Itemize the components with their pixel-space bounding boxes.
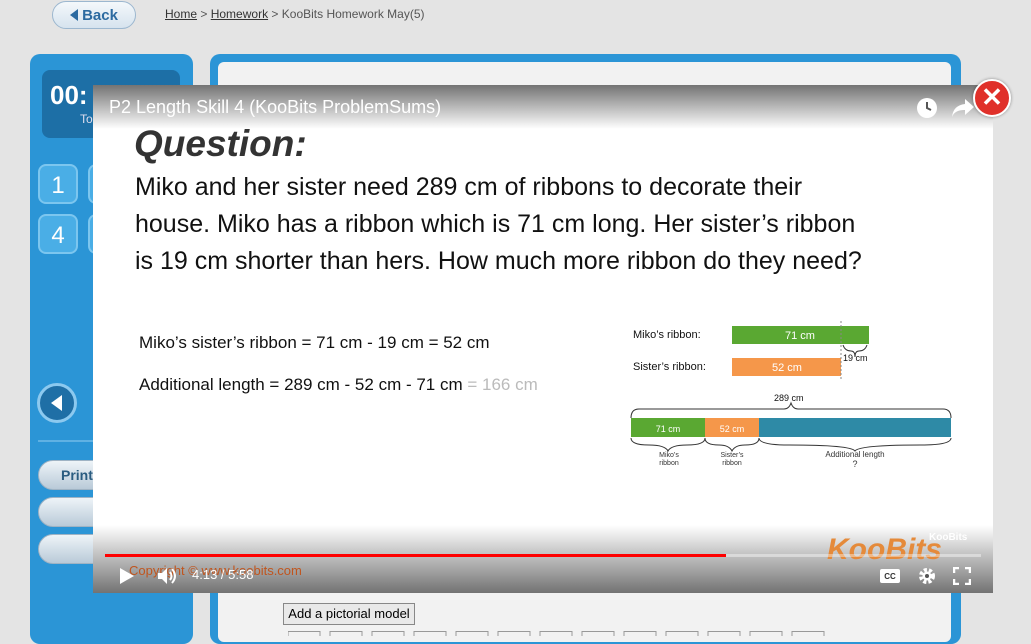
volume-icon[interactable]	[157, 566, 179, 586]
question-mark: ?	[852, 459, 857, 469]
time-display: 4:13 / 5:58	[192, 567, 254, 582]
back-arrow-icon	[70, 9, 79, 21]
miko-ribbon-label: Miko’s ribbon:	[633, 329, 701, 341]
settings-gear-icon[interactable]	[917, 566, 937, 586]
bottom-label-sister-a: Sister’s	[720, 452, 744, 459]
question-line: is 19 cm shorter than hers. How much mor…	[135, 247, 862, 275]
bottom-label-sister-b: ribbon	[722, 460, 742, 467]
calc-sister-ribbon: Miko’s sister’s ribbon = 71 cm - 19 cm =…	[139, 333, 490, 352]
svg-text:CC: CC	[884, 572, 896, 581]
breadcrumb-current: KooBits Homework May(5)	[281, 7, 425, 21]
question-number-button[interactable]: 4	[38, 214, 78, 254]
play-icon[interactable]	[119, 567, 135, 585]
captions-icon[interactable]: CC	[879, 568, 901, 584]
calc-additional-length: Additional length = 289 cm - 52 cm - 71 …	[139, 375, 538, 394]
watch-later-icon[interactable]	[915, 96, 939, 120]
answer-cells	[288, 631, 825, 636]
model-segment-miko-value: 71 cm	[656, 424, 681, 434]
sister-ribbon-label: Sister’s ribbon:	[633, 361, 706, 373]
fullscreen-icon[interactable]	[953, 567, 971, 585]
question-heading: Question:	[134, 123, 307, 164]
bottom-label-additional: Additional length	[825, 450, 884, 459]
koobits-logo: KooBits	[827, 533, 942, 566]
prev-question-button[interactable]	[37, 383, 77, 423]
total-value: 289 cm	[774, 393, 804, 403]
video-title[interactable]: P2 Length Skill 4 (KooBits ProblemSums)	[109, 97, 441, 118]
diff-value: 19 cm	[843, 353, 868, 363]
bottom-label-miko-b: ribbon	[659, 460, 679, 467]
breadcrumb: Home > Homework > KooBits Homework May(5…	[165, 7, 425, 21]
miko-ribbon-value: 71 cm	[785, 330, 815, 342]
question-number-button[interactable]: 1	[38, 164, 78, 204]
question-line: house. Miko has a ribbon which is 71 cm …	[135, 210, 856, 238]
bar-model-diagram: Miko’s ribbon: 71 cm Sister’s ribbon: 52…	[630, 321, 952, 469]
bottom-label-miko-a: Miko’s	[659, 452, 679, 459]
model-segment-additional	[759, 418, 951, 437]
breadcrumb-homework-link[interactable]: Homework	[211, 7, 268, 21]
back-button[interactable]: Back	[52, 1, 136, 29]
video-player[interactable]: P2 Length Skill 4 (KooBits ProblemSums) …	[93, 85, 993, 593]
add-pictorial-model-button[interactable]: Add a pictorial model	[283, 603, 415, 625]
question-line: Miko and her sister need 289 cm of ribbo…	[135, 173, 803, 201]
timer-label: To	[80, 112, 93, 126]
close-video-button[interactable]: ✕	[973, 79, 1011, 117]
timer-value: 00:	[50, 80, 88, 110]
sister-ribbon-value: 52 cm	[772, 362, 802, 374]
share-icon[interactable]	[951, 97, 975, 119]
breadcrumb-home-link[interactable]: Home	[165, 7, 197, 21]
model-segment-sister-value: 52 cm	[720, 424, 745, 434]
progress-fill[interactable]	[105, 554, 726, 557]
